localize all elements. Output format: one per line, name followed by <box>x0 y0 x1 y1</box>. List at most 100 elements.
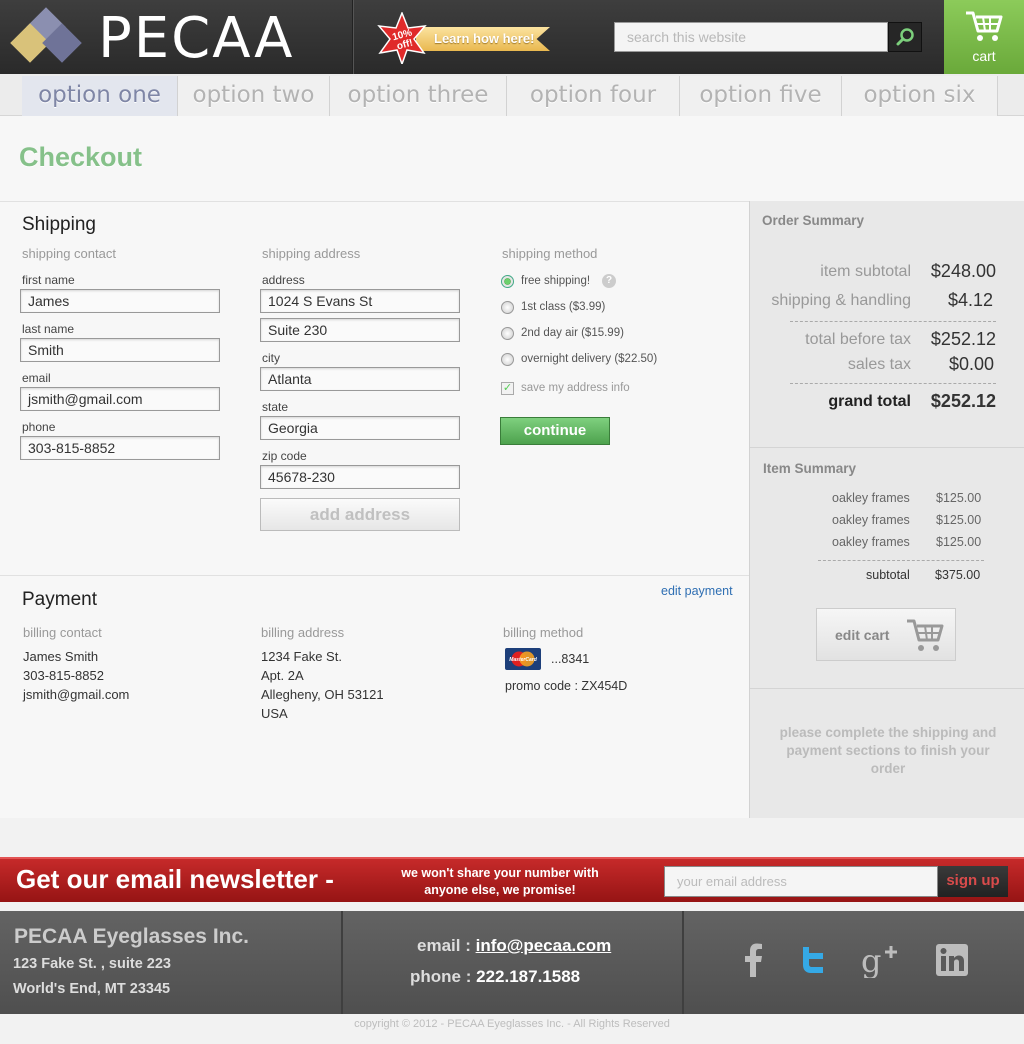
first-name-field[interactable]: James <box>20 289 220 313</box>
first-name-label: first name <box>22 273 75 287</box>
item-price: $125.00 <box>936 535 982 549</box>
divider <box>750 447 1024 448</box>
edit-cart-button[interactable]: edit cart <box>816 608 956 661</box>
newsletter-subtitle: we won't share your number with anyone e… <box>401 866 599 897</box>
divider <box>341 911 343 1014</box>
zip-label: zip code <box>262 449 307 463</box>
email-label: email <box>22 371 51 385</box>
divider <box>0 201 749 202</box>
phone-field[interactable]: 303-815-8852 <box>20 436 220 460</box>
sign-up-button[interactable]: sign up <box>938 866 1008 897</box>
logo[interactable]: PECAA <box>10 6 340 71</box>
shipping-method-label: shipping method <box>502 246 598 261</box>
tab-option-five[interactable]: option five <box>680 76 842 116</box>
twitter-icon[interactable] <box>793 940 833 980</box>
payment-title: Payment <box>22 589 97 610</box>
shipping-contact-label: shipping contact <box>22 246 116 261</box>
radio-icon[interactable] <box>501 326 514 340</box>
sales-tax-label: sales tax <box>847 356 911 373</box>
newsletter-email-input[interactable]: your email address <box>664 866 938 897</box>
continue-button[interactable]: continue <box>500 417 610 445</box>
email-field[interactable]: jsmith@gmail.com <box>20 387 220 411</box>
shipping-handling-label: shipping & handling <box>771 292 911 309</box>
checkmark-icon[interactable]: ✓ <box>501 381 514 395</box>
tab-option-four[interactable]: option four <box>507 76 680 116</box>
billing-method-label: billing method <box>503 625 584 640</box>
divider <box>790 321 996 322</box>
footer-phone: phone : 222.187.1588 <box>410 967 580 987</box>
cart-button[interactable]: cart <box>944 0 1024 74</box>
phone-label: phone <box>22 420 56 434</box>
company-name: PECAA Eyeglasses Inc. <box>14 925 249 948</box>
header-divider <box>352 0 354 74</box>
add-address-button[interactable]: add address <box>260 498 460 531</box>
help-icon[interactable]: ? <box>602 274 617 288</box>
radio-selected-icon[interactable] <box>501 274 514 288</box>
completion-note: please complete the shipping and payment… <box>779 725 997 776</box>
billing-address-line: Apt. 2A <box>261 668 304 683</box>
shipping-option-label: free shipping! <box>521 275 591 287</box>
shipping-option-first-class[interactable]: 1st class ($3.99) <box>501 299 605 315</box>
billing-name: James Smith <box>23 649 99 664</box>
billing-address-line: Allegheny, OH 53121 <box>261 687 384 702</box>
item-subtotal-value: $375.00 <box>935 568 981 582</box>
billing-email: jsmith@gmail.com <box>23 687 130 702</box>
email-label: email : <box>417 936 471 955</box>
cart-icon <box>907 619 944 651</box>
shipping-handling-value: $4.12 <box>947 290 993 310</box>
google-plus-icon[interactable]: g <box>859 940 899 980</box>
total-before-tax-label: total before tax <box>805 331 911 348</box>
save-address-checkbox[interactable]: ✓ save my address info <box>501 380 630 396</box>
email-link[interactable]: info@pecaa.com <box>476 936 612 955</box>
newsletter-title: Get our email newsletter - <box>16 864 334 894</box>
facebook-icon[interactable] <box>733 940 773 980</box>
sales-tax-value: $0.00 <box>948 354 994 374</box>
item-summary-title: Item Summary <box>763 461 857 476</box>
svg-text:g: g <box>861 942 881 978</box>
address-label: address <box>262 273 305 287</box>
item-price: $125.00 <box>936 513 982 527</box>
shipping-option-2nd-day[interactable]: 2nd day air ($15.99) <box>501 325 624 341</box>
item-subtotal-value: $248.00 <box>930 261 996 281</box>
tab-option-one[interactable]: option one <box>22 76 178 116</box>
address-line1-field[interactable]: 1024 S Evans St <box>260 289 460 313</box>
edit-payment-link[interactable]: edit payment <box>661 584 733 598</box>
tab-option-six[interactable]: option six <box>842 76 998 116</box>
item-subtotal-label: subtotal <box>866 568 910 582</box>
phone-label: phone : <box>410 967 472 986</box>
tab-option-three[interactable]: option three <box>330 76 507 116</box>
company-address-line2: World's End, MT 23345 <box>13 981 171 997</box>
page-title: Checkout <box>19 142 143 172</box>
billing-phone: 303-815-8852 <box>23 668 104 683</box>
shipping-title: Shipping <box>22 214 96 235</box>
mastercard-icon: MasterCard <box>505 648 541 670</box>
state-field[interactable]: Georgia <box>260 416 460 440</box>
radio-icon[interactable] <box>501 352 514 366</box>
linkedin-icon[interactable] <box>932 940 972 980</box>
search-box: search this website <box>614 22 922 52</box>
phone-number: 222.187.1588 <box>476 967 581 986</box>
search-button[interactable] <box>888 22 922 52</box>
divider <box>790 383 996 384</box>
zip-field[interactable]: 45678-230 <box>260 465 460 489</box>
promo-banner[interactable]: Learn how here! 10% off! <box>376 12 576 64</box>
copyright: copyright © 2012 - PECAA Eyeglasses Inc.… <box>354 1018 670 1030</box>
tab-option-two[interactable]: option two <box>178 76 330 116</box>
footer-email: email : info@pecaa.com <box>417 936 611 956</box>
divider <box>0 575 749 576</box>
search-input[interactable]: search this website <box>614 22 888 52</box>
brand-name: PECAA <box>98 5 295 71</box>
last-name-field[interactable]: Smith <box>20 338 220 362</box>
card-last-digits: ...8341 <box>551 652 590 666</box>
promo-ribbon[interactable]: Learn how here! <box>416 27 550 51</box>
shipping-option-free[interactable]: free shipping! ? <box>501 273 617 289</box>
city-field[interactable]: Atlanta <box>260 367 460 391</box>
item-subtotal-label: item subtotal <box>820 263 911 280</box>
search-icon <box>896 28 914 46</box>
shipping-option-label: 1st class ($3.99) <box>521 301 606 313</box>
shipping-option-overnight[interactable]: overnight delivery ($22.50) <box>501 351 657 367</box>
address-line2-field[interactable]: Suite 230 <box>260 318 460 342</box>
logo-diamonds-icon <box>10 7 82 65</box>
company-address-line1: 123 Fake St. , suite 223 <box>13 956 171 972</box>
radio-icon[interactable] <box>501 300 514 314</box>
